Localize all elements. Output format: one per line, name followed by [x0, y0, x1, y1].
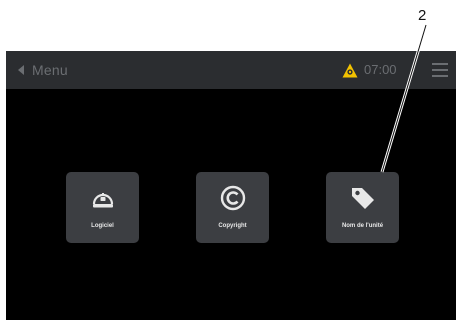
top-bar: Menu 07:00 [6, 51, 456, 89]
tile-copyright-label: Copyright [218, 223, 247, 229]
copyright-icon [220, 185, 245, 211]
tile-unit-name-label: Nom de l'unité [341, 223, 384, 229]
tile-software-label: Logiciel [91, 223, 114, 229]
hamburger-menu-icon[interactable] [432, 63, 448, 77]
tag-icon [351, 188, 374, 209]
callout-number: 2 [418, 7, 427, 24]
manual-figure: Menu 07:00 Logiciel Copyright Nom de l'u… [0, 0, 457, 320]
device-screen: Menu 07:00 Logiciel Copyright Nom de l'u… [6, 51, 456, 320]
clock-time: 07:00 [364, 62, 397, 77]
back-button-label: Menu [32, 62, 68, 78]
software-icon [92, 193, 113, 208]
tile-copyright[interactable]: Copyright [196, 172, 269, 243]
back-arrow-icon [18, 65, 24, 75]
warning-icon[interactable] [342, 63, 358, 78]
tile-unit-name[interactable]: Nom de l'unité [326, 172, 399, 243]
back-button[interactable]: Menu [12, 60, 68, 80]
tile-software[interactable]: Logiciel [66, 172, 139, 243]
